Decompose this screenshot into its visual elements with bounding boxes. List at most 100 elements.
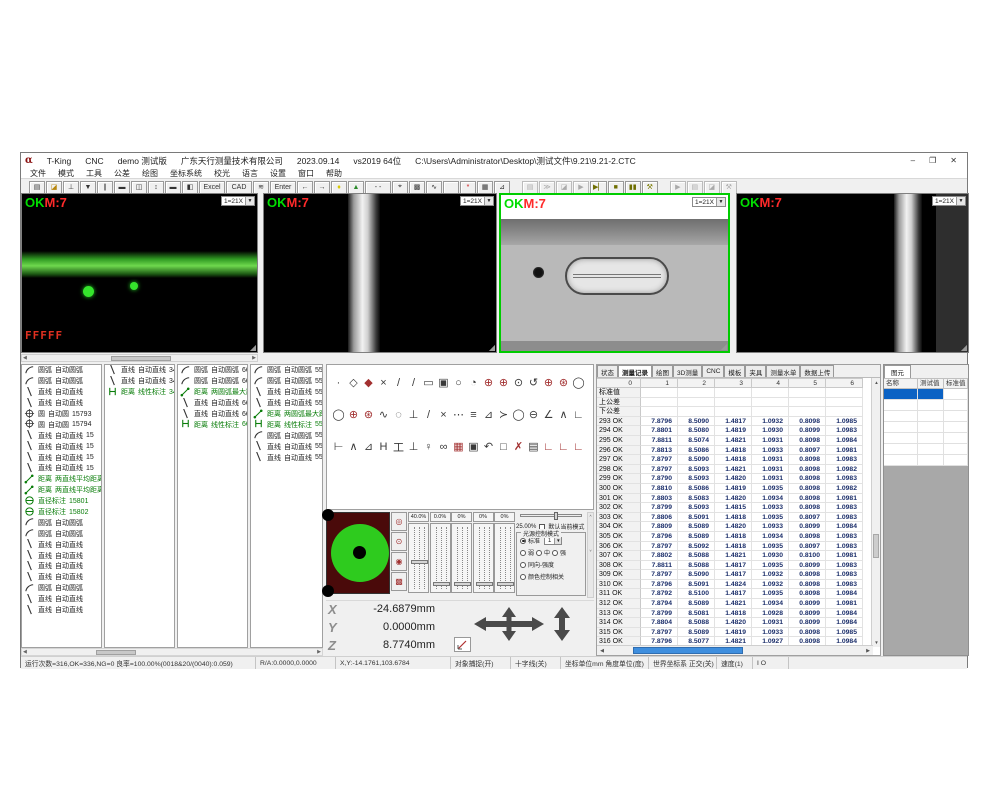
list-item[interactable]: 圆弧自动圆弧 [22,528,101,539]
list-item[interactable]: 距离两直线平均距离 [22,474,101,485]
table-label-row[interactable]: 标准值 [597,388,880,398]
table-tab-2[interactable]: 绘图 [652,365,673,377]
palette-tool-icon[interactable]: ∞ [436,439,451,454]
palette-tool-icon[interactable]: ∟ [571,439,586,454]
scroll-right-icon[interactable]: ▶ [863,646,873,656]
table-row[interactable]: 312 OK7.87948.50891.48211.09340.80991.09… [597,599,880,609]
step-button[interactable]: ≫ [539,181,555,194]
nav-left-button[interactable]: ← [297,181,313,194]
element-column-header[interactable]: 测试值 [918,378,944,389]
table-column-header[interactable]: 6 [826,378,863,388]
table-tab-6[interactable]: 夹具 [745,365,766,377]
list-item[interactable]: 直线自动直线55 [251,387,322,398]
list-item[interactable]: 直径标注15802 [22,507,101,518]
magnifier-button[interactable]: ⌖ [392,181,408,194]
scroll-thumb[interactable] [96,650,136,655]
palette-tool-icon[interactable]: ▦ [451,439,466,454]
element-row[interactable] [884,411,968,422]
close-button[interactable]: ✕ [950,156,957,165]
table-row[interactable]: 294 OK7.88018.50801.48191.09300.80991.09… [597,426,880,436]
palette-tool-icon[interactable]: ◯ [511,407,526,422]
camera-view-3-selected[interactable]: OKM:7 1=21X▼ ◢ [499,193,730,353]
plug-button[interactable]: ≋ [253,181,269,194]
palette-tool-icon[interactable]: ○ [451,375,466,390]
table-row[interactable]: 309 OK7.87978.50901.48171.09320.80981.09… [597,570,880,580]
table-tab-5[interactable]: 模板 [724,365,745,377]
menu-item-5[interactable]: 坐标系统 [165,168,207,179]
palette-tool-icon[interactable]: ⊕ [346,407,361,422]
blank-button[interactable] [443,181,459,194]
table-row[interactable]: 308 OK7.88118.50881.48171.09350.80991.09… [597,561,880,571]
menu-item-8[interactable]: 设置 [265,168,291,179]
save-button[interactable]: ▤ [29,181,45,194]
table-row[interactable]: 301 OK7.88038.50831.48201.09340.80981.09… [597,494,880,504]
list-item[interactable]: 距离两直线平均距离 [22,485,101,496]
menu-item-9[interactable]: 窗口 [293,168,319,179]
open-button[interactable]: ◪ [46,181,62,194]
run-button[interactable]: ⚒ [642,181,658,194]
slider-track[interactable] [408,523,429,593]
camera-view-2[interactable]: OKM:7 1=21X▼ ◢ [263,193,497,353]
palette-tool-icon[interactable]: ↶ [481,439,496,454]
resize-grip-icon[interactable]: ◢ [489,343,495,352]
palette-tool-icon[interactable]: ◇ [346,375,361,390]
table-label-row[interactable]: 上公差 [597,398,880,408]
palette-tool-icon[interactable]: □ [496,439,511,454]
list-item[interactable]: 直线自动直线55 [251,452,322,463]
element-column-header[interactable]: 名称 [884,378,918,389]
chevron-down-icon[interactable]: ▼ [716,198,725,206]
z-jog-arrows[interactable] [554,607,570,643]
save3-button[interactable]: ▤ [687,181,703,194]
resize-grip-icon[interactable]: ◢ [961,343,967,352]
ring-outer-icon[interactable]: ◎ [391,512,407,531]
list-item[interactable]: 距离线性标注34 [105,387,174,398]
resize-grip-icon[interactable]: ◢ [721,342,727,351]
resize-grip-icon[interactable]: ◢ [250,343,256,352]
element-column-header[interactable]: 标准值 [944,378,968,389]
slider-track[interactable] [430,523,451,593]
barcode-button[interactable]: ▦ [477,181,493,194]
list-item[interactable]: 直线自动直线66 [178,398,247,409]
list-item[interactable]: 直线自动直线 [22,605,101,616]
table-tab-4[interactable]: CNC [702,365,724,377]
palette-tool-icon[interactable]: ∟ [571,407,586,422]
slider-thumb[interactable] [411,560,428,564]
backlight-icon[interactable]: ▩ [391,572,407,591]
list-item[interactable]: 直线自动直线15 [22,452,101,463]
list-item[interactable]: 直线自动直线15 [22,463,101,474]
axes-hold-button[interactable]: ∥ [97,181,113,194]
palette-tool-icon[interactable]: / [421,407,436,422]
palette-tool-icon[interactable]: / [406,375,421,390]
slider-track[interactable] [494,523,515,593]
checker-button[interactable]: ▩ [409,181,425,194]
palette-tool-icon[interactable]: ◆ [361,375,376,390]
scroll-up-icon[interactable]: ▲ [872,378,881,387]
table-row[interactable]: 297 OK7.87978.50901.48181.09310.80981.09… [597,455,880,465]
table-column-header[interactable]: 0 [597,378,641,388]
chevron-down-icon[interactable]: ▼ [956,197,965,205]
element-row[interactable] [884,422,968,433]
table-vscrollbar[interactable]: ▲ ▼ [871,378,880,647]
palette-tool-icon[interactable]: ⊕ [541,375,556,390]
lists-hscrollbar[interactable]: ◀ ▶ [21,648,323,656]
palette-tool-icon[interactable]: ⊛ [361,407,376,422]
camera3-zoom-dropdown[interactable]: 1=21X▼ [692,197,726,207]
palette-tool-icon[interactable]: ≡ [466,407,481,422]
radio-direction[interactable] [520,562,526,568]
open3-button[interactable]: ◪ [704,181,720,194]
tools-button[interactable]: ⚒ [721,181,737,194]
scroll-thumb-blue[interactable] [633,647,743,654]
scroll-thumb[interactable] [111,356,171,361]
palette-tool-icon[interactable]: H [376,439,391,454]
list-item[interactable]: 圆弧自动圆弧 [22,517,101,528]
table-row[interactable]: 311 OK7.87928.51001.48171.09350.80981.09… [597,589,880,599]
scroll-right-icon[interactable]: ▶ [317,649,321,655]
table-label-row[interactable]: 下公差 [597,407,880,417]
minus-minus-button[interactable]: - - [365,181,391,194]
list-item[interactable]: 圆弧自动圆弧55 [251,376,322,387]
radio-weak[interactable] [520,550,526,556]
camera-view-4[interactable]: OKM:7 1=21X▼ ◢ [736,193,969,353]
slider-thumb[interactable] [554,512,558,520]
palette-tool-icon[interactable]: ✗ [511,439,526,454]
menu-item-10[interactable]: 帮助 [321,168,347,179]
